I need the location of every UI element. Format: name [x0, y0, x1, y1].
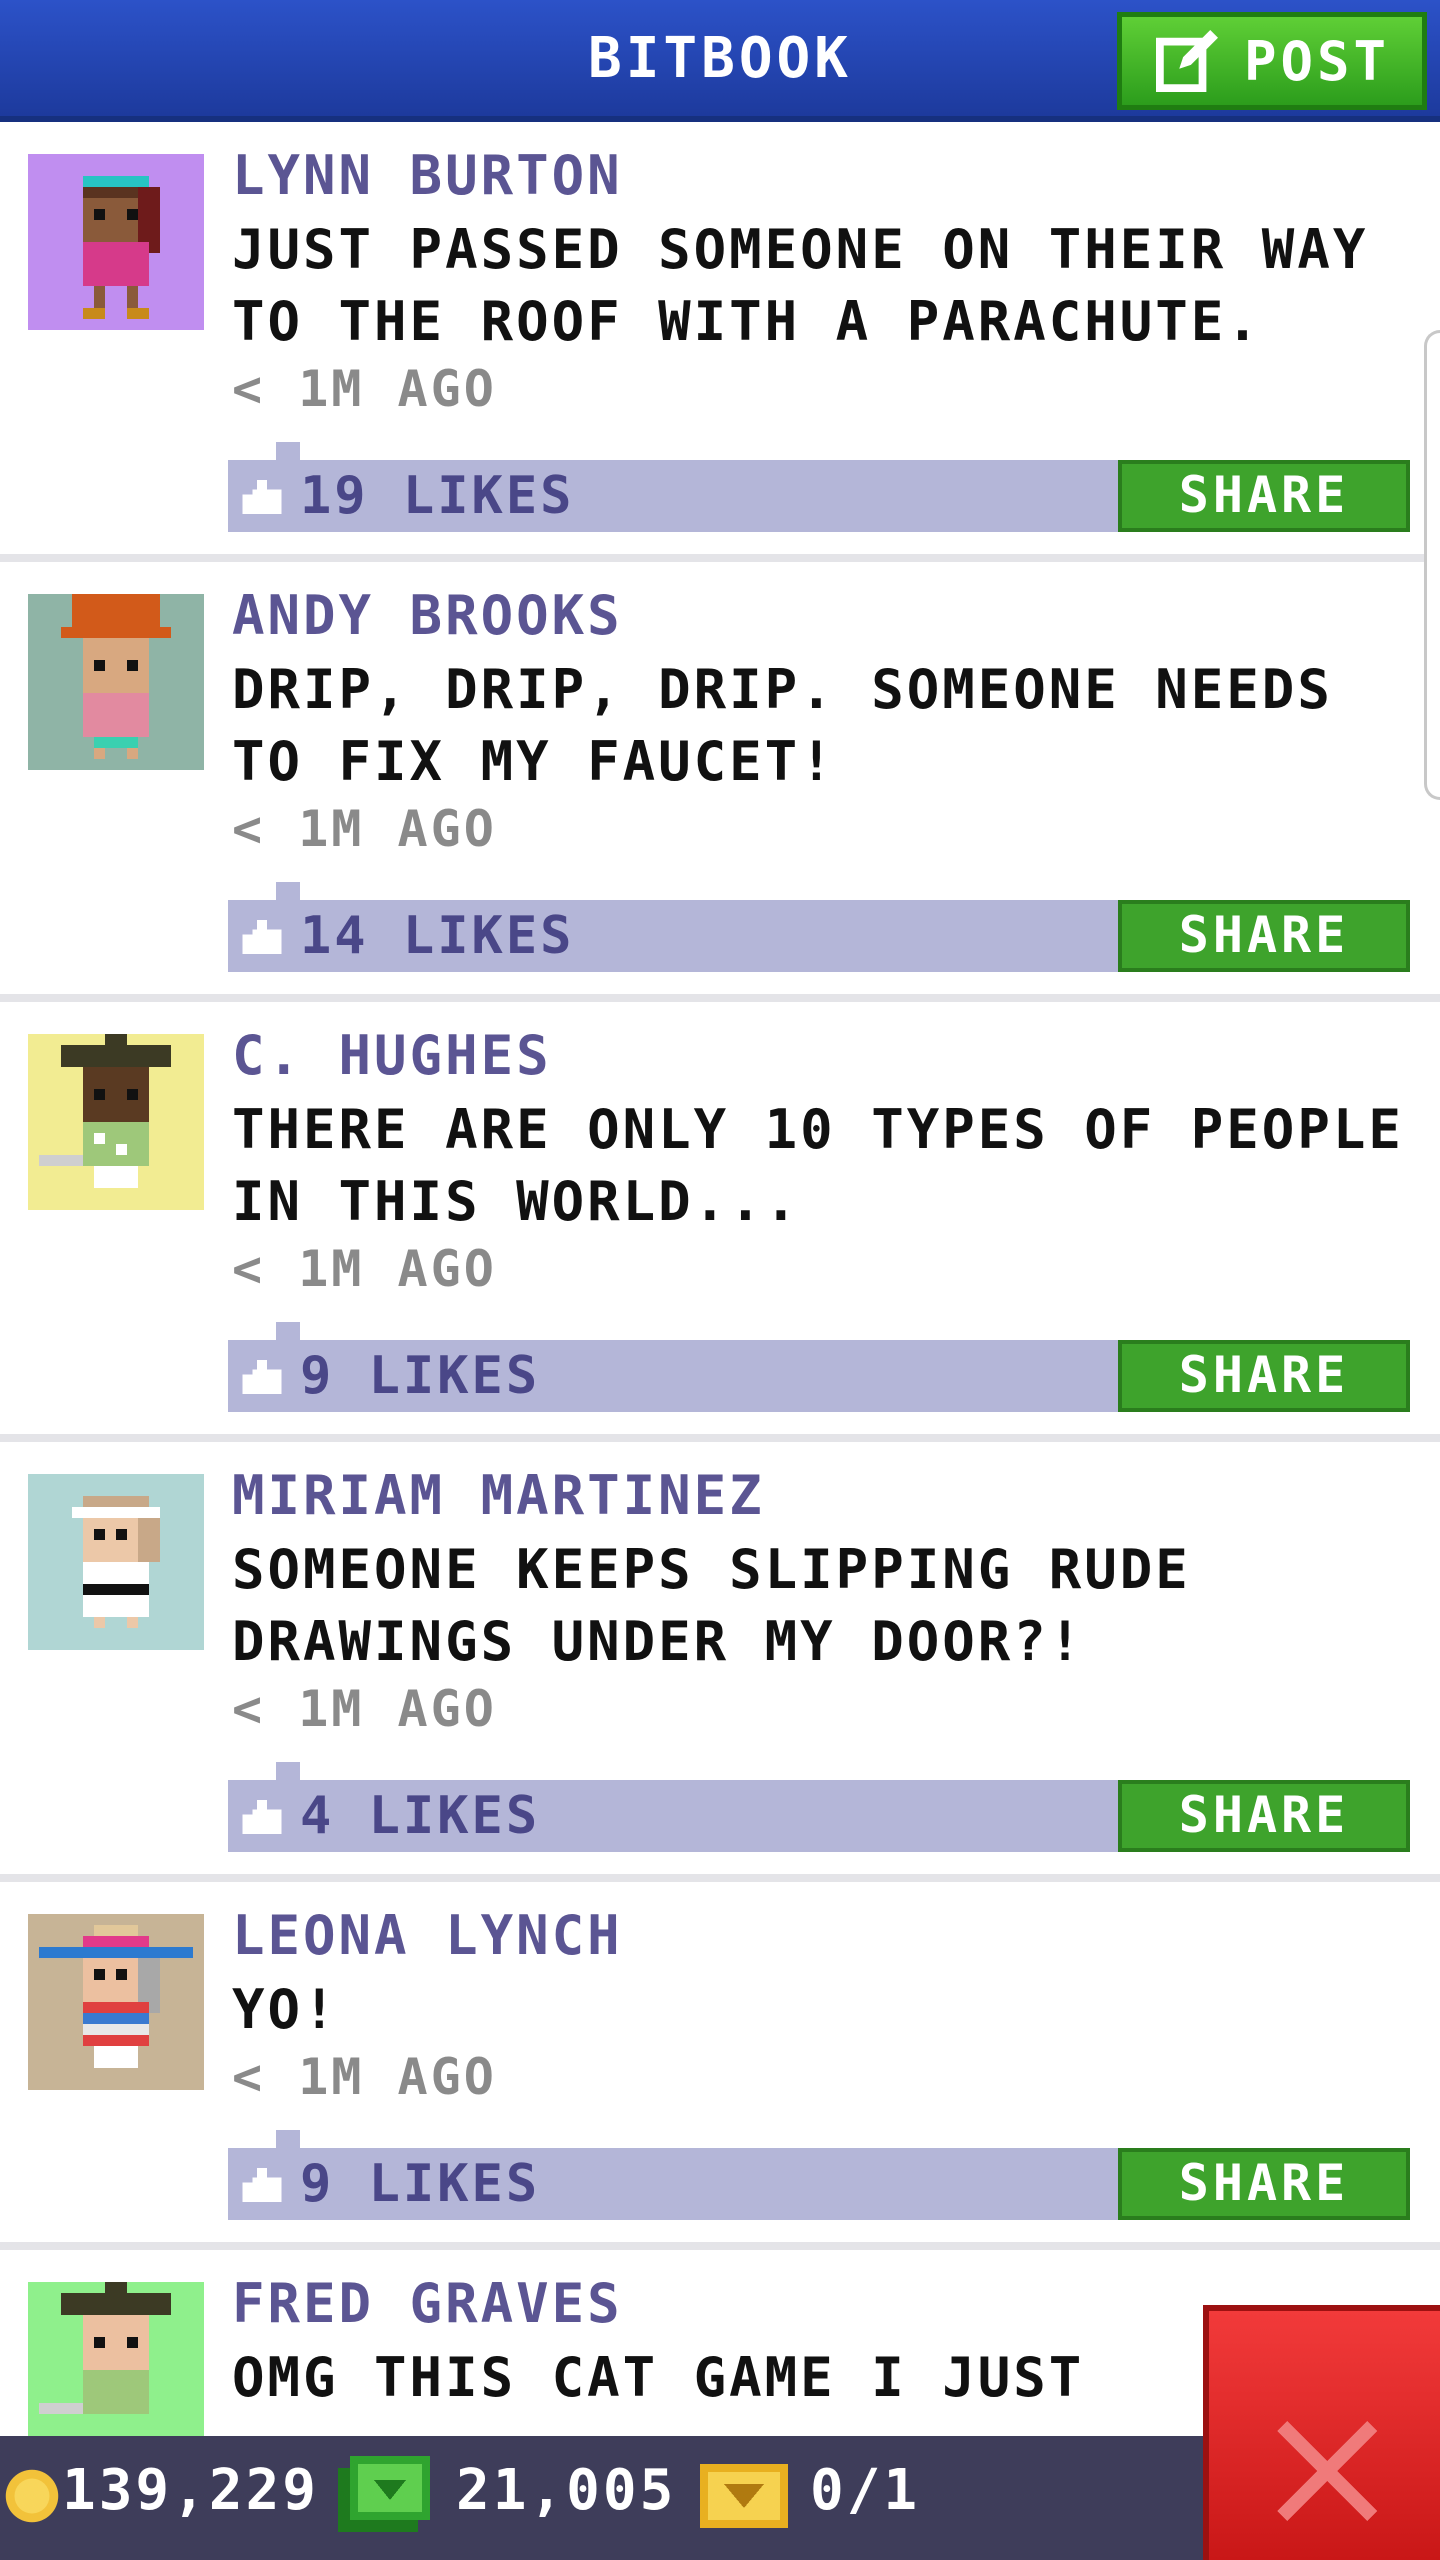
likes-bar-tab — [276, 1762, 300, 1780]
thumbs-up-icon[interactable] — [242, 1360, 282, 1394]
post-author[interactable]: LYNN BURTON — [232, 144, 623, 207]
post-author[interactable]: LEONA LYNCH — [232, 1904, 623, 1967]
likes-count: 9 LIKES — [300, 2154, 541, 2214]
avatar — [28, 1034, 204, 1210]
post-button[interactable]: POST — [1117, 12, 1427, 110]
likes-bar: 19 LIKES SHARE — [228, 442, 1410, 532]
post-author[interactable]: C. HUGHES — [232, 1024, 552, 1087]
post-author[interactable]: ANDY BROOKS — [232, 584, 623, 647]
avatar — [28, 1914, 204, 2090]
post-divider — [0, 2242, 1440, 2250]
scrollbar[interactable] — [1424, 330, 1440, 800]
post-message: YO! — [232, 1978, 339, 2041]
coin-icon — [5, 2469, 59, 2523]
post-time: < 1M AGO — [232, 1680, 497, 1738]
post-button-label: POST — [1244, 29, 1391, 93]
post-time: < 1M AGO — [232, 1240, 497, 1298]
post-time: < 1M AGO — [232, 360, 497, 418]
ticket-count: 0/1 — [810, 2458, 921, 2523]
close-icon — [1277, 2421, 1377, 2521]
likes-bar-tab — [276, 442, 300, 460]
likes-count: 4 LIKES — [300, 1786, 541, 1846]
post-time: < 1M AGO — [232, 2048, 497, 2106]
bux-icon — [338, 2456, 430, 2532]
post-author[interactable]: FRED GRAVES — [232, 2272, 623, 2335]
feed-post: MIRIAM MARTINEZ SOMEONE KEEPS SLIPPING R… — [0, 1442, 1440, 1882]
likes-bar: 9 LIKES SHARE — [228, 1322, 1410, 1412]
ticket-icon — [700, 2464, 788, 2528]
likes-count: 14 LIKES — [300, 906, 575, 966]
likes-bar-tab — [276, 1322, 300, 1340]
thumbs-up-icon[interactable] — [242, 1800, 282, 1834]
post-author[interactable]: MIRIAM MARTINEZ — [232, 1464, 765, 1527]
feed-post: C. HUGHES THERE ARE ONLY 10 TYPES OF PEO… — [0, 1002, 1440, 1442]
avatar — [28, 154, 204, 330]
post-divider — [0, 1434, 1440, 1442]
feed-post: LYNN BURTON JUST PASSED SOMEONE ON THEIR… — [0, 122, 1440, 562]
avatar — [28, 1474, 204, 1650]
bitbook-screen: BITBOOK POST LYNN BURTON JUST PASSED SOM… — [0, 0, 1440, 2560]
close-button[interactable] — [1203, 2305, 1440, 2560]
avatar — [28, 2282, 204, 2436]
thumbs-up-icon[interactable] — [242, 920, 282, 954]
likes-bar: 14 LIKES SHARE — [228, 882, 1410, 972]
likes-bar: 4 LIKES SHARE — [228, 1762, 1410, 1852]
avatar — [28, 594, 204, 770]
post-divider — [0, 554, 1440, 562]
header-bar: BITBOOK POST — [0, 0, 1440, 122]
feed-post: ANDY BROOKS DRIP, DRIP, DRIP. SOMEONE NE… — [0, 562, 1440, 1002]
share-button[interactable]: SHARE — [1118, 460, 1410, 532]
likes-count: 19 LIKES — [300, 466, 575, 526]
post-message: JUST PASSED SOMEONE ON THEIR WAY TO THE … — [232, 218, 1369, 353]
post-divider — [0, 1874, 1440, 1882]
post-message: SOMEONE KEEPS SLIPPING RUDE DRAWINGS UND… — [232, 1538, 1191, 1673]
likes-count: 9 LIKES — [300, 1346, 541, 1406]
post-time: < 1M AGO — [232, 800, 497, 858]
thumbs-up-icon[interactable] — [242, 2168, 282, 2202]
post-divider — [0, 994, 1440, 1002]
thumbs-up-icon[interactable] — [242, 480, 282, 514]
likes-bar-tab — [276, 2130, 300, 2148]
share-button[interactable]: SHARE — [1118, 1340, 1410, 1412]
post-message: THERE ARE ONLY 10 TYPES OF PEOPLE IN THI… — [232, 1098, 1404, 1233]
edit-icon — [1156, 30, 1218, 92]
bux-count: 21,005 — [456, 2458, 677, 2523]
share-button[interactable]: SHARE — [1118, 1780, 1410, 1852]
likes-bar: 9 LIKES SHARE — [228, 2130, 1410, 2220]
feed-post: LEONA LYNCH YO! < 1M AGO 9 LIKES SHARE — [0, 1882, 1440, 2250]
coin-count: 139,229 — [62, 2458, 320, 2523]
likes-bar-tab — [276, 882, 300, 900]
share-button[interactable]: SHARE — [1118, 2148, 1410, 2220]
post-message: DRIP, DRIP, DRIP. SOMEONE NEEDS TO FIX M… — [232, 658, 1333, 793]
share-button[interactable]: SHARE — [1118, 900, 1410, 972]
